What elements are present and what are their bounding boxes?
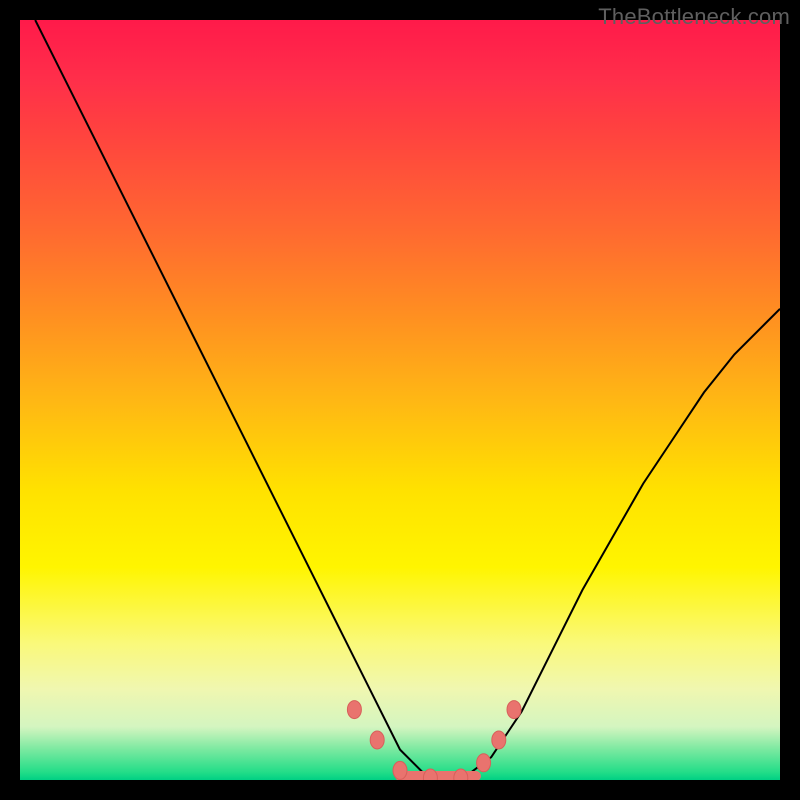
valley-marker-dot [507,701,521,719]
valley-marker-dot [477,754,491,772]
plot-area [20,20,780,780]
chart-frame: TheBottleneck.com [0,0,800,800]
valley-markers [347,701,521,780]
valley-marker-dot [393,761,407,779]
chart-svg [20,20,780,780]
valley-marker-dot [492,731,506,749]
bottleneck-curve [35,20,780,780]
valley-marker-dot [370,731,384,749]
valley-marker-dot [454,769,468,780]
watermark-text: TheBottleneck.com [598,4,790,30]
valley-marker-dot [423,769,437,780]
valley-marker-dot [347,701,361,719]
